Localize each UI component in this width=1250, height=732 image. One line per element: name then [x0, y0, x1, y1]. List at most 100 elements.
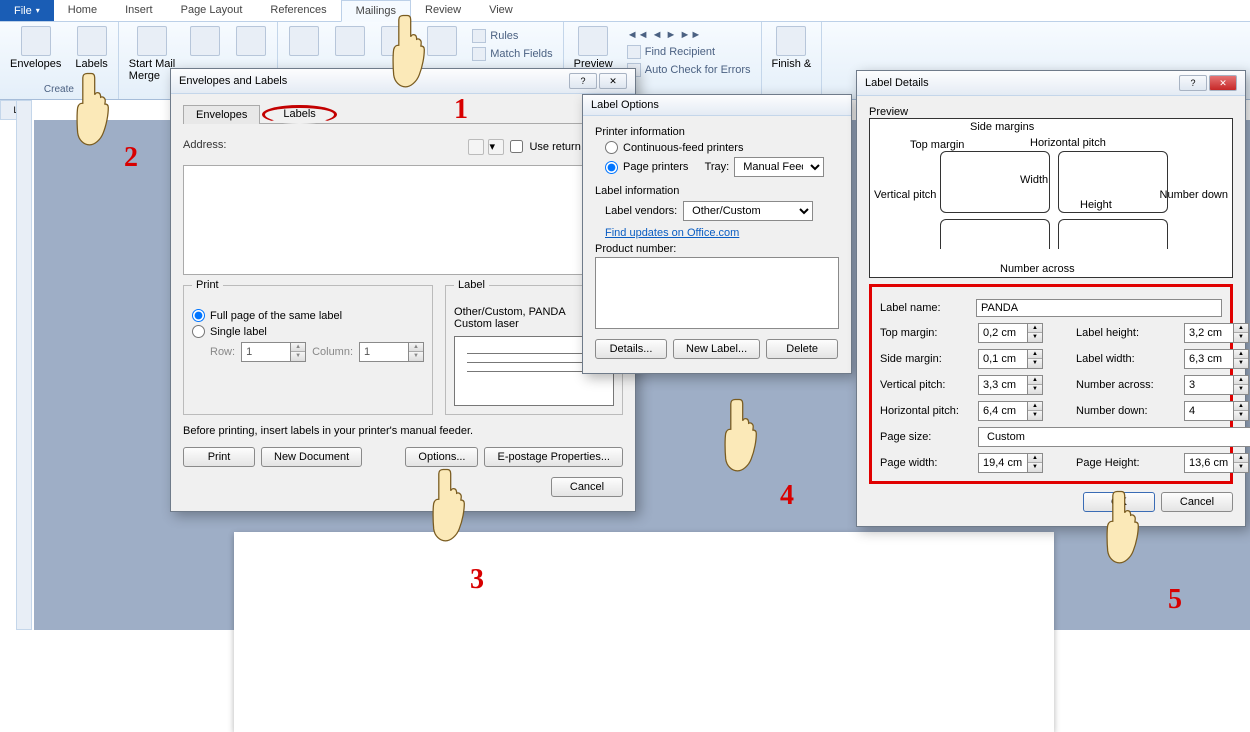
close-button-3[interactable]: ✕	[1209, 75, 1237, 91]
cancel-button-3[interactable]: Cancel	[1161, 492, 1233, 512]
tab-pagelayout[interactable]: Page Layout	[167, 0, 257, 21]
vpitch-input[interactable]	[978, 375, 1028, 395]
tab-references[interactable]: References	[256, 0, 340, 21]
close-button[interactable]: ✕	[599, 73, 627, 89]
dlg3-title: Label Details	[865, 77, 929, 89]
insertfield-icon	[427, 26, 457, 56]
addressbook-icon[interactable]	[468, 139, 484, 155]
help-button-3[interactable]: ?	[1179, 75, 1207, 91]
callout-2: 2	[124, 142, 138, 174]
find-recipient-button[interactable]: Find Recipient	[623, 44, 755, 60]
page-height-input[interactable]	[1184, 453, 1234, 473]
tab-home[interactable]: Home	[54, 0, 111, 21]
dlg1-title: Envelopes and Labels	[179, 75, 287, 87]
label-options-dialog: Label Options Printer information Contin…	[582, 94, 852, 374]
use-return-checkbox[interactable]	[510, 140, 523, 153]
highlight-merge-button[interactable]	[284, 24, 324, 58]
product-list[interactable]	[595, 257, 839, 329]
labels-button[interactable]: Labels	[71, 24, 111, 72]
insert-merge-field-button[interactable]	[422, 24, 462, 58]
ok-button[interactable]: OK	[1083, 492, 1155, 512]
mailmerge-icon	[137, 26, 167, 56]
callout-4: 4	[780, 480, 794, 512]
preview-icon	[578, 26, 608, 56]
select-recipients-button[interactable]	[185, 24, 225, 58]
find-icon	[627, 45, 641, 59]
greeting-line-button[interactable]	[376, 24, 416, 58]
nacross-input[interactable]	[1184, 375, 1234, 395]
edit-recipients-button[interactable]	[231, 24, 271, 58]
single-radio[interactable]	[192, 325, 205, 338]
address-label: Address:	[183, 139, 226, 151]
nav-first-button[interactable]: ◄◄ ◄ ► ►►	[623, 28, 755, 42]
row-input	[241, 342, 291, 362]
tab-envelopes[interactable]: Envelopes	[183, 105, 260, 124]
callout-5: 5	[1168, 584, 1182, 616]
page-size-select[interactable]: Custom	[978, 427, 1250, 447]
continuous-radio[interactable]	[605, 141, 618, 154]
page-radio[interactable]	[605, 161, 618, 174]
tab-labels[interactable]: Labels	[262, 105, 336, 124]
details-button[interactable]: Details...	[595, 339, 667, 359]
vendors-select[interactable]: Other/Custom	[683, 201, 813, 221]
page-width-input[interactable]	[978, 453, 1028, 473]
envelope-icon	[21, 26, 51, 56]
tab-view[interactable]: View	[475, 0, 527, 21]
feeder-note: Before printing, insert labels in your p…	[183, 425, 623, 437]
tray-select[interactable]: Manual Feed	[734, 157, 824, 177]
epostage-button[interactable]: E-postage Properties...	[484, 447, 623, 467]
new-document-button[interactable]: New Document	[261, 447, 362, 467]
addressblock-icon	[335, 26, 365, 56]
rules-button[interactable]: Rules	[468, 28, 556, 44]
label-fields-highlight: Label name: Top margin: ▲▼ Label height:…	[869, 284, 1233, 484]
highlight-icon	[289, 26, 319, 56]
tab-review[interactable]: Review	[411, 0, 475, 21]
label-details-dialog: Label Details ?✕ Preview Side margins To…	[856, 70, 1246, 527]
dlg2-title: Label Options	[591, 99, 659, 111]
greeting-icon	[381, 26, 411, 56]
new-label-button[interactable]: New Label...	[673, 339, 760, 359]
fullpage-radio[interactable]	[192, 309, 205, 322]
tab-file[interactable]: File	[0, 0, 54, 21]
finish-merge-button[interactable]: Finish &	[768, 24, 816, 72]
address-block-button[interactable]	[330, 24, 370, 58]
label-width-input[interactable]	[1184, 349, 1234, 369]
finish-icon	[776, 26, 806, 56]
label-preview-diagram: Side margins Top margin Horizontal pitch…	[869, 118, 1233, 278]
top-margin-input[interactable]	[978, 323, 1028, 343]
page	[234, 532, 1054, 732]
side-margin-input[interactable]	[978, 349, 1028, 369]
label-height-input[interactable]	[1184, 323, 1234, 343]
envelopes-labels-dialog: Envelopes and Labels ?✕ Envelopes Labels…	[170, 68, 636, 512]
callout-1: 1	[454, 94, 468, 126]
tab-mailings[interactable]: Mailings	[341, 0, 411, 22]
ribbon-tabs: File Home Insert Page Layout References …	[0, 0, 1250, 22]
match-icon	[472, 47, 486, 61]
options-button[interactable]: Options...	[405, 447, 478, 467]
envelopes-button[interactable]: Envelopes	[6, 24, 65, 72]
ndown-input[interactable]	[1184, 401, 1234, 421]
col-input	[359, 342, 409, 362]
recipients-icon	[190, 26, 220, 56]
printer-info-label: Printer information	[595, 126, 839, 138]
label-group-label: Label	[454, 279, 489, 291]
print-group-label: Print	[192, 279, 223, 291]
cancel-button-1[interactable]: Cancel	[551, 477, 623, 497]
product-number-label: Product number:	[595, 243, 839, 255]
auto-check-button[interactable]: Auto Check for Errors	[623, 62, 755, 78]
address-textarea[interactable]	[183, 165, 623, 275]
group-create-label: Create	[44, 82, 74, 97]
office-update-link[interactable]: Find updates on Office.com	[605, 227, 739, 239]
editrecip-icon	[236, 26, 266, 56]
preview-label: Preview	[869, 106, 1233, 118]
tab-insert[interactable]: Insert	[111, 0, 167, 21]
delete-button[interactable]: Delete	[766, 339, 838, 359]
match-fields-button[interactable]: Match Fields	[468, 46, 556, 62]
rules-icon	[472, 29, 486, 43]
label-name-input[interactable]	[976, 299, 1222, 317]
dropdown-icon[interactable]: ▾	[488, 139, 504, 155]
hpitch-input[interactable]	[978, 401, 1028, 421]
vertical-ruler	[16, 100, 32, 630]
help-button[interactable]: ?	[569, 73, 597, 89]
print-button[interactable]: Print	[183, 447, 255, 467]
